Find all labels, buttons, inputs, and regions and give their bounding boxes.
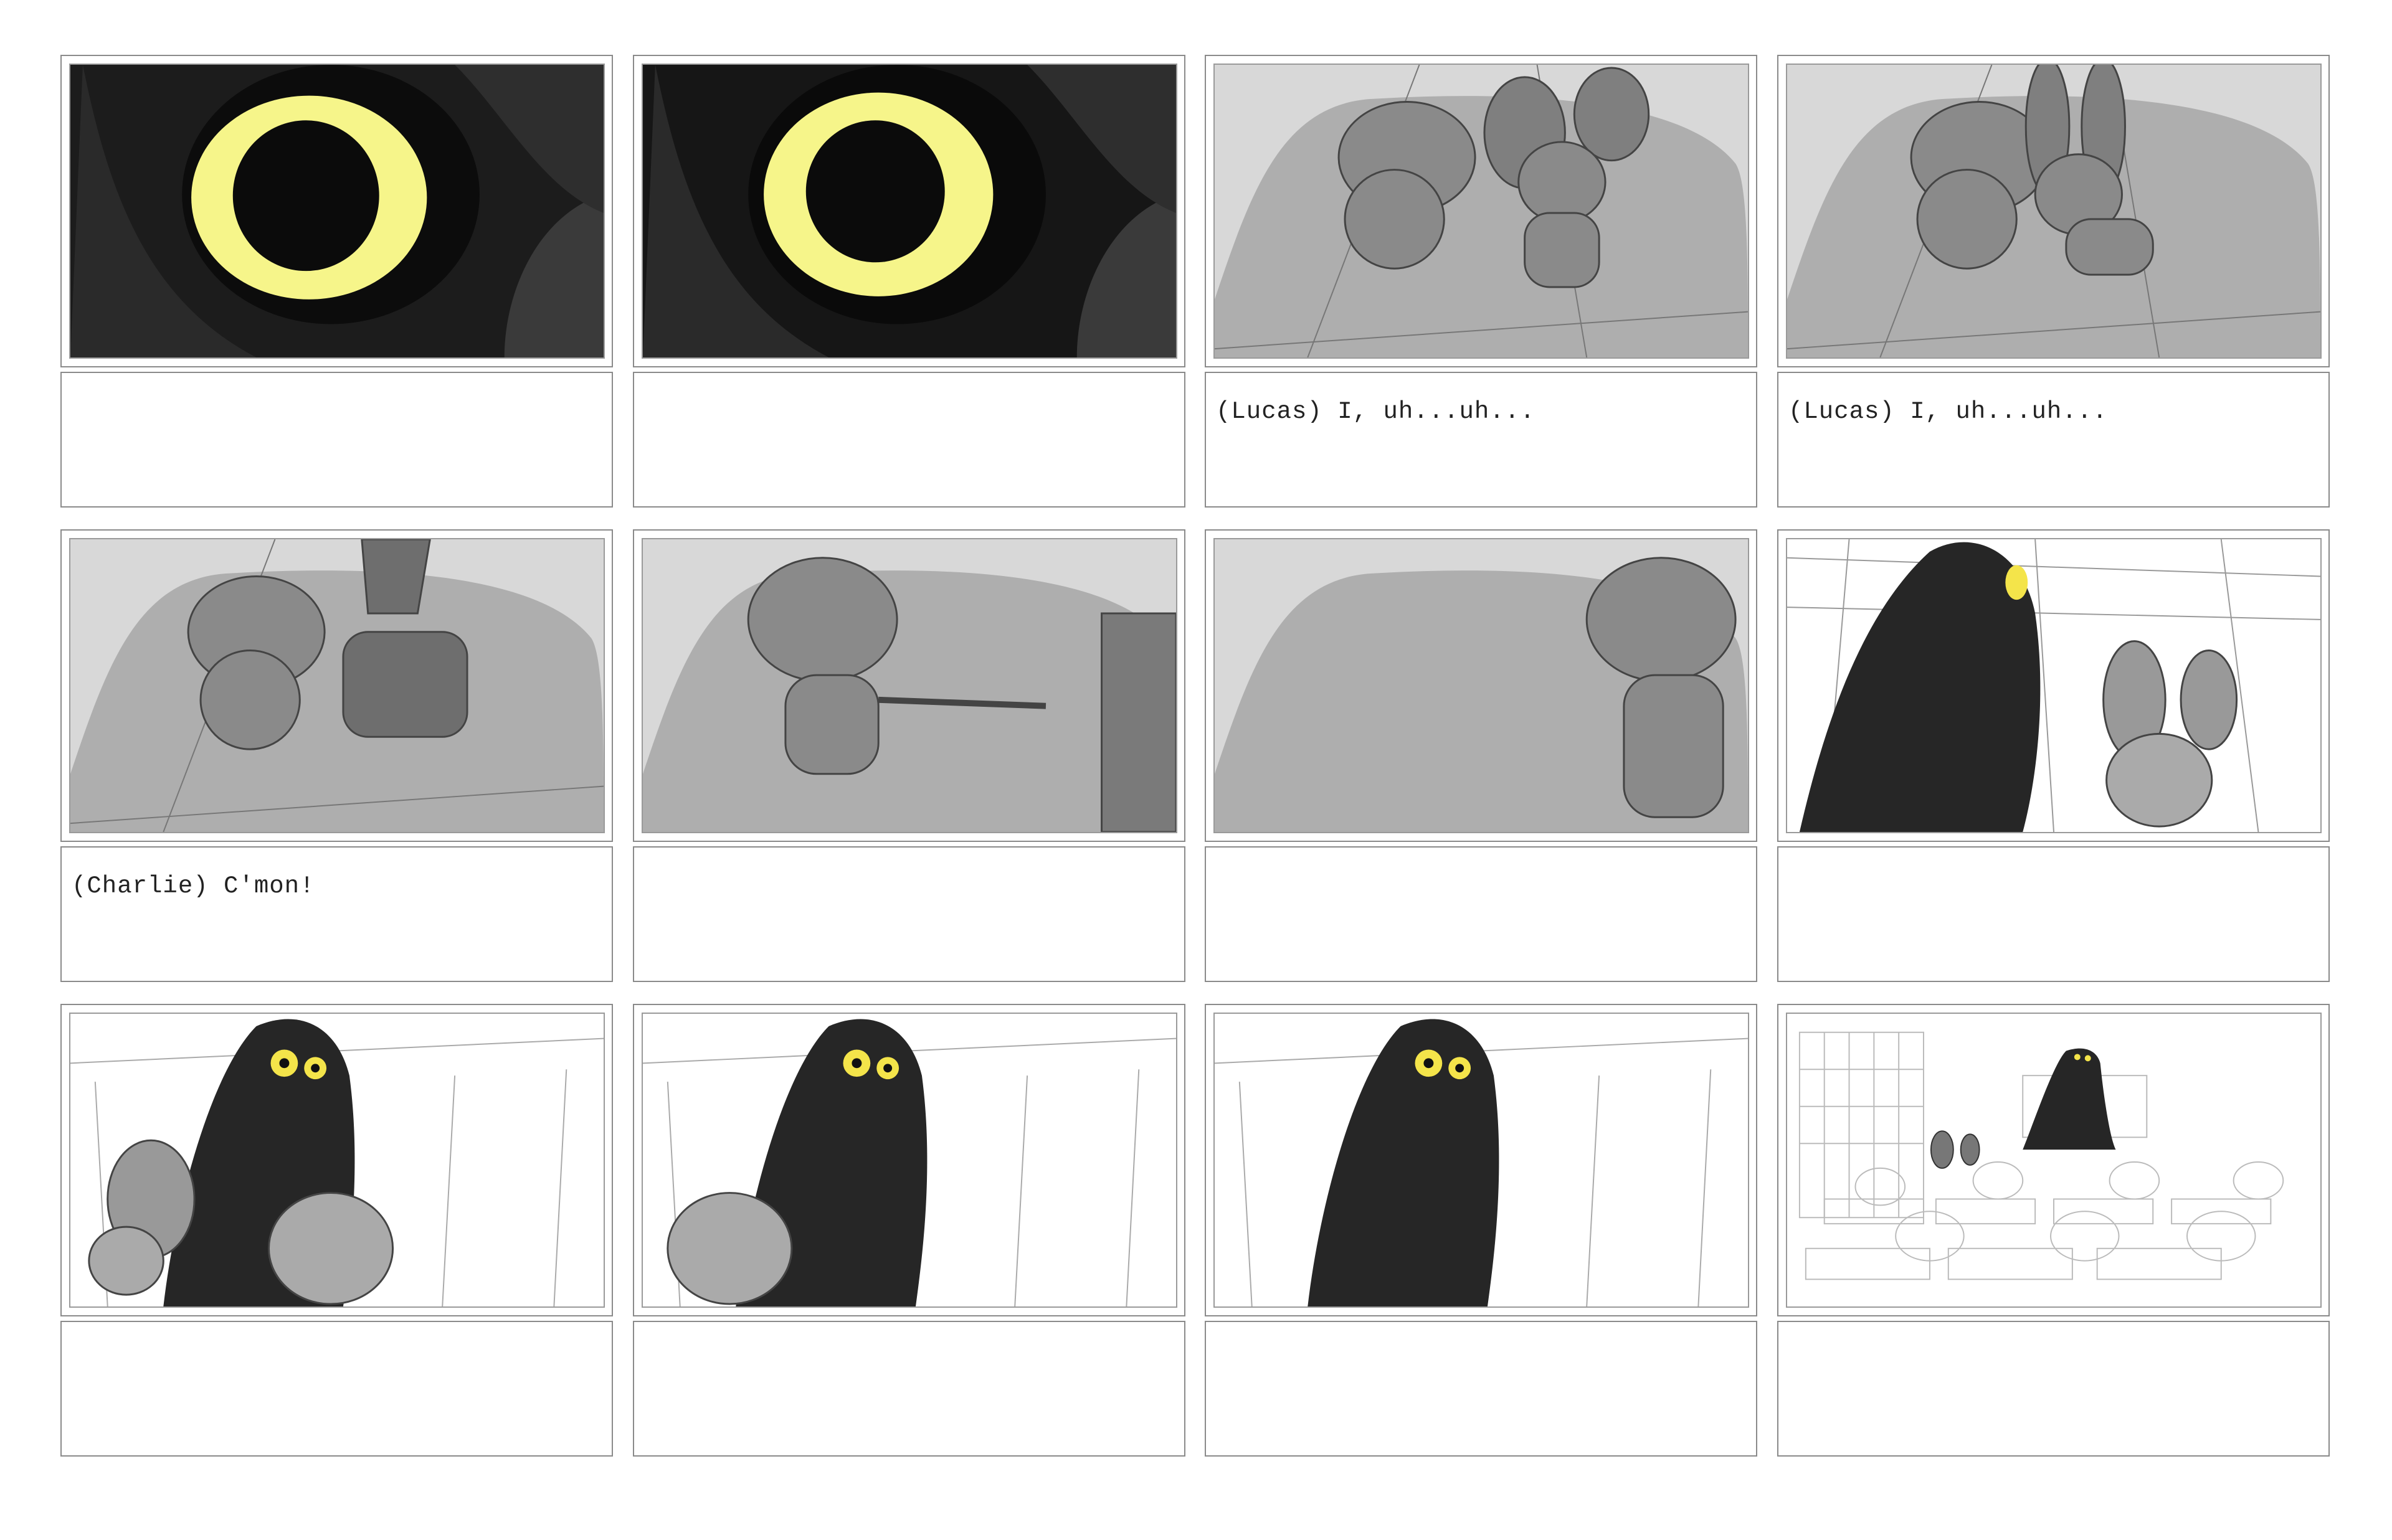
panel-8-caption — [1777, 846, 2330, 982]
panel-11-frame — [1205, 1004, 1757, 1316]
panel-7-caption — [1205, 846, 1757, 982]
panel-12-art — [1786, 1013, 2322, 1308]
panel-11-caption — [1205, 1321, 1757, 1457]
panel-2-caption — [633, 372, 1185, 508]
panel-8-frame — [1777, 529, 2330, 842]
panel-3-dialogue: (Lucas) I, uh...uh... — [1216, 398, 1535, 425]
panel-10-frame — [633, 1004, 1185, 1316]
panel-10-art — [642, 1013, 1177, 1308]
panel-6-caption — [633, 846, 1185, 982]
panel-5-dialogue: (Charlie) C'mon! — [72, 872, 315, 900]
panel-6-art — [642, 538, 1177, 833]
panel-6-frame — [633, 529, 1185, 842]
panel-12-caption — [1777, 1321, 2330, 1457]
panel-4-art — [1786, 64, 2322, 359]
panel-5-art — [69, 538, 605, 833]
panel-5-frame — [60, 529, 613, 842]
panel-7-art — [1213, 538, 1749, 833]
panel-5-caption: (Charlie) C'mon! — [60, 846, 613, 982]
panel-4-frame — [1777, 55, 2330, 367]
panel-3-frame — [1205, 55, 1757, 367]
storyboard-sheet: (Lucas) I, uh...uh... (Lucas) I, uh...uh… — [0, 0, 2392, 1540]
panel-9-art — [69, 1013, 605, 1308]
panel-10-caption — [633, 1321, 1185, 1457]
panel-7-frame — [1205, 529, 1757, 842]
panel-1-art — [69, 64, 605, 359]
panel-3-caption: (Lucas) I, uh...uh... — [1205, 372, 1757, 508]
panel-12-frame — [1777, 1004, 2330, 1316]
panel-1-caption — [60, 372, 613, 508]
panel-2-art — [642, 64, 1177, 359]
panel-8-art — [1786, 538, 2322, 833]
panel-2-frame — [633, 55, 1185, 367]
panel-9-frame — [60, 1004, 613, 1316]
panel-9-caption — [60, 1321, 613, 1457]
panel-4-dialogue: (Lucas) I, uh...uh... — [1788, 398, 2108, 425]
panel-11-art — [1213, 1013, 1749, 1308]
panel-4-caption: (Lucas) I, uh...uh... — [1777, 372, 2330, 508]
panel-3-art — [1213, 64, 1749, 359]
panel-1-frame — [60, 55, 613, 367]
